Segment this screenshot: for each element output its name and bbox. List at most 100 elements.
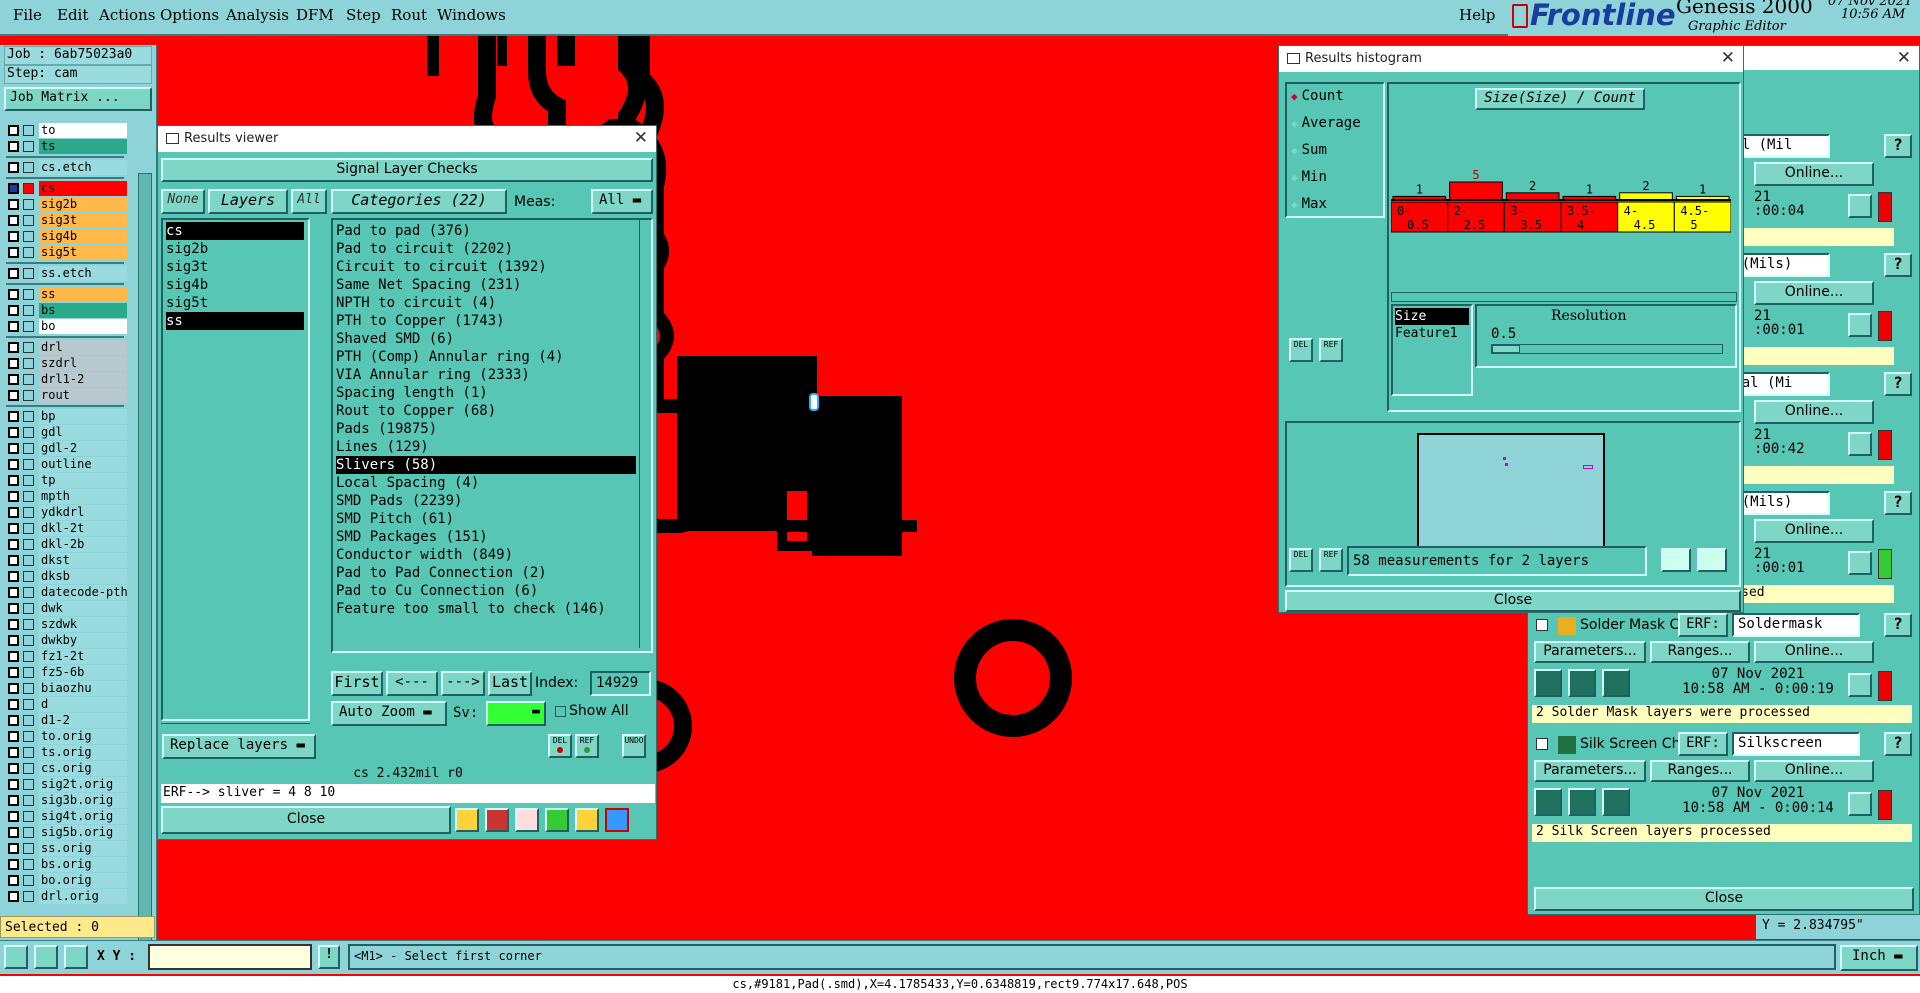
layer-icon[interactable] xyxy=(455,808,479,832)
aggregate-option[interactable]: ◆ Sum xyxy=(1291,142,1327,158)
layer-affect-checkbox[interactable] xyxy=(23,747,34,758)
online-button[interactable]: Online... xyxy=(1754,519,1874,543)
category-listbox[interactable]: Pad to pad (376) Pad to circuit (2202) Cir… xyxy=(331,218,653,653)
layer-affect-checkbox[interactable] xyxy=(23,411,34,422)
layer-checkbox[interactable] xyxy=(8,763,19,774)
histogram-hscroll[interactable] xyxy=(1391,292,1737,302)
status-indicator[interactable] xyxy=(1878,311,1892,341)
status-indicator[interactable] xyxy=(1878,430,1892,460)
status-indicator[interactable] xyxy=(1878,549,1892,579)
layer-checkbox[interactable] xyxy=(8,141,19,152)
layer-checkbox[interactable] xyxy=(8,305,19,316)
results-viewer-titlebar[interactable]: Results viewer ✕ xyxy=(158,126,656,152)
index-input[interactable]: 14929 xyxy=(590,671,651,696)
erf-button[interactable]: ERF: xyxy=(1678,732,1728,756)
layer-row[interactable]: dkst xyxy=(6,553,127,568)
layer-affect-checkbox[interactable] xyxy=(23,539,34,550)
layer-row[interactable]: sig4t.orig xyxy=(6,809,127,824)
layer-row[interactable]: ts.orig xyxy=(6,745,127,760)
hist-ref-button[interactable]: REF xyxy=(1319,338,1343,362)
layer-affect-checkbox[interactable] xyxy=(23,162,34,173)
layer-checkbox[interactable] xyxy=(8,603,19,614)
preview-map[interactable] xyxy=(1417,433,1605,555)
category-scrollbar[interactable] xyxy=(639,220,651,648)
layer-affect-checkbox[interactable] xyxy=(23,247,34,258)
online-button[interactable]: Online... xyxy=(1754,281,1874,305)
layer-checkbox[interactable] xyxy=(8,342,19,353)
layer-checkbox[interactable] xyxy=(8,827,19,838)
check-enable-checkbox[interactable] xyxy=(1536,738,1548,750)
layer-checkbox[interactable] xyxy=(8,779,19,790)
layer-row[interactable]: ydkdrl xyxy=(6,505,127,520)
category-item[interactable]: Same Net Spacing (231) xyxy=(336,276,636,294)
select-tool-icon[interactable] xyxy=(4,945,28,969)
layer-affect-checkbox[interactable] xyxy=(23,875,34,886)
layer-affect-checkbox[interactable] xyxy=(23,587,34,598)
status-indicator[interactable] xyxy=(1878,192,1892,222)
export-icon[interactable] xyxy=(1661,548,1691,572)
aggregate-option[interactable]: ◆ Average xyxy=(1291,115,1361,131)
menu-options[interactable]: Options xyxy=(160,6,219,24)
layer-row[interactable]: cs.etch xyxy=(6,160,127,175)
help-icon[interactable]: ? xyxy=(1884,491,1912,515)
layer-row[interactable]: dwkby xyxy=(6,633,127,648)
layer-affect-checkbox[interactable] xyxy=(23,374,34,385)
layer-affect-checkbox[interactable] xyxy=(23,358,34,369)
layer-affect-checkbox[interactable] xyxy=(23,699,34,710)
run-icon[interactable] xyxy=(1602,669,1630,697)
layer-list-item[interactable]: sig5t xyxy=(166,294,304,312)
sv-color-dropdown[interactable]: ▬ xyxy=(486,701,546,726)
list-icon[interactable] xyxy=(545,808,569,832)
layer-row[interactable]: bo xyxy=(6,319,127,334)
first-button[interactable]: First xyxy=(331,671,383,696)
erf-field[interactable]: Silkscreen xyxy=(1732,732,1860,756)
menu-actions[interactable]: Actions xyxy=(99,6,155,24)
layer-checkbox[interactable] xyxy=(8,427,19,438)
histogram-titlebar[interactable]: Results histogram ✕ xyxy=(1279,46,1743,72)
layer-row[interactable]: drl.orig xyxy=(6,889,127,904)
category-item[interactable]: PTH to Copper (1743) xyxy=(336,312,636,330)
check-enable-checkbox[interactable] xyxy=(1536,619,1548,631)
category-item[interactable]: SMD Pads (2239) xyxy=(336,492,636,510)
layer-row[interactable]: drl1-2 xyxy=(6,372,127,387)
menu-windows[interactable]: Windows xyxy=(437,6,506,24)
layer-row[interactable]: sig3b.orig xyxy=(6,793,127,808)
select-all-button[interactable]: All xyxy=(291,189,327,214)
menu-edit[interactable]: Edit xyxy=(57,6,88,24)
help-icon[interactable]: ? xyxy=(1884,253,1912,277)
measure-tool-icon[interactable] xyxy=(34,945,58,969)
category-item[interactable]: PTH (Comp) Annular ring (4) xyxy=(336,348,636,366)
layer-affect-checkbox[interactable] xyxy=(23,199,34,210)
status-indicator[interactable] xyxy=(1878,671,1892,701)
zoom-icon[interactable] xyxy=(1848,194,1872,218)
layer-affect-checkbox[interactable] xyxy=(23,651,34,662)
layer-checkbox[interactable] xyxy=(8,321,19,332)
layer-row[interactable]: ts xyxy=(6,139,127,154)
online-button[interactable]: Online... xyxy=(1754,641,1874,663)
layer-row[interactable]: dwk xyxy=(6,601,127,616)
layer-affect-checkbox[interactable] xyxy=(23,443,34,454)
layer-affect-checkbox[interactable] xyxy=(23,715,34,726)
online-button[interactable]: Online... xyxy=(1754,400,1874,424)
category-item[interactable]: Rout to Copper (68) xyxy=(336,402,636,420)
zoom-icon[interactable] xyxy=(1848,792,1872,816)
layer-affect-checkbox[interactable] xyxy=(23,231,34,242)
layer-checkbox[interactable] xyxy=(8,231,19,242)
layer-checkbox[interactable] xyxy=(8,619,19,630)
category-item[interactable]: SMD Pitch (61) xyxy=(336,510,636,528)
category-item[interactable]: VIA Annular ring (2333) xyxy=(336,366,636,384)
layer-affect-checkbox[interactable] xyxy=(23,390,34,401)
report-icon[interactable] xyxy=(575,808,599,832)
replace-layers-dropdown[interactable]: Replace layers ▬ xyxy=(162,734,316,759)
layer-row[interactable]: sig3t xyxy=(6,213,127,228)
layer-checkbox[interactable] xyxy=(8,443,19,454)
layer-affect-checkbox[interactable] xyxy=(23,215,34,226)
layer-row[interactable]: bp xyxy=(6,409,127,424)
layer-checkbox[interactable] xyxy=(8,571,19,582)
layer-row[interactable]: mpth xyxy=(6,489,127,504)
layer-row[interactable]: to xyxy=(6,123,127,138)
layer-checkbox[interactable] xyxy=(8,875,19,886)
layer-affect-checkbox[interactable] xyxy=(23,843,34,854)
ranges-button[interactable]: Ranges... xyxy=(1650,760,1750,782)
status-indicator[interactable] xyxy=(1878,790,1892,820)
